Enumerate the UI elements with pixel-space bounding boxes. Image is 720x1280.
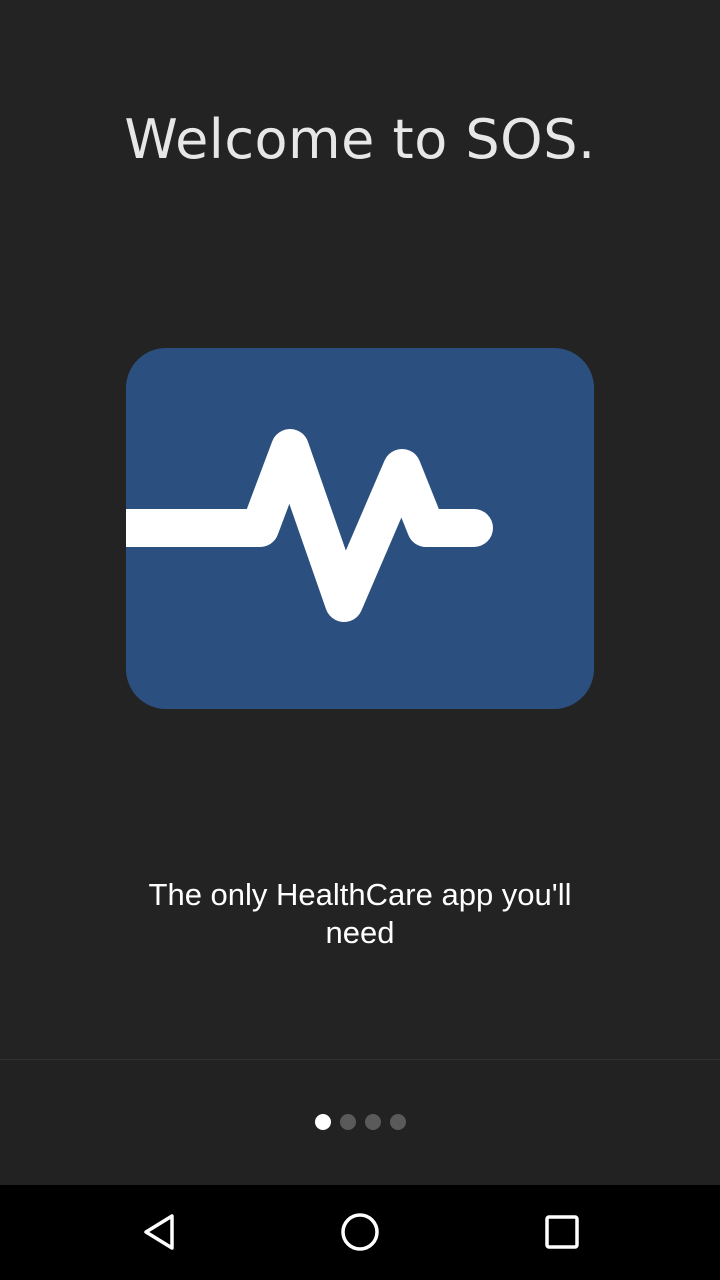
home-button[interactable] (330, 1202, 390, 1262)
page-dot-2[interactable] (339, 1114, 356, 1130)
page-dot-1[interactable] (314, 1114, 331, 1130)
back-triangle-icon (144, 1214, 174, 1250)
app-logo (126, 348, 594, 709)
back-button[interactable] (130, 1202, 190, 1262)
home-circle-icon (341, 1213, 379, 1251)
welcome-title: Welcome to SOS. (124, 108, 596, 171)
system-navigation-bar (0, 1185, 720, 1280)
onboarding-screen: Welcome to SOS. The only HealthCare app … (0, 0, 720, 1280)
page-dot-4[interactable] (389, 1114, 406, 1130)
page-dot-3[interactable] (364, 1114, 381, 1130)
recents-button[interactable] (532, 1202, 592, 1262)
page-indicator (0, 1114, 720, 1130)
recents-square-icon (545, 1215, 579, 1249)
tagline: The only HealthCare app you'll need (148, 877, 572, 950)
pager-footer[interactable] (0, 1059, 720, 1186)
heartbeat-pulse-icon (126, 429, 493, 622)
